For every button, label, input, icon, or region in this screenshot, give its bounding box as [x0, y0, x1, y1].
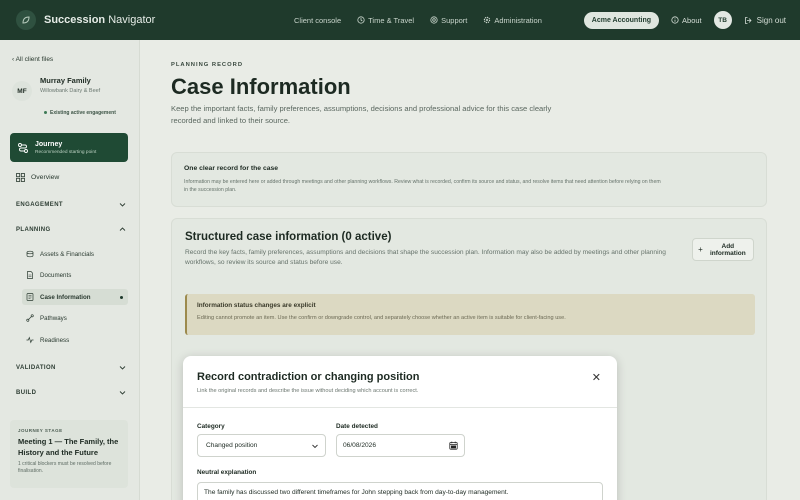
- top-bar: Succession Navigator Client console Time…: [0, 0, 800, 40]
- coins-icon: [26, 250, 34, 258]
- sidebar-item-assets[interactable]: Assets & Financials: [22, 246, 128, 262]
- close-icon[interactable]: ✕: [592, 371, 601, 384]
- category-select[interactable]: Changed position: [197, 434, 326, 457]
- modal-divider: [183, 407, 617, 408]
- engagement-status: Existing active engagement: [44, 110, 116, 116]
- page-title: Case Information: [171, 74, 351, 99]
- notice-title: Information status changes are explicit: [197, 302, 316, 309]
- grid-icon: [16, 173, 25, 182]
- modal-subtitle: Link the original records and describe t…: [197, 388, 419, 394]
- org-switcher[interactable]: Acme Accounting: [583, 11, 660, 29]
- document-icon: [27, 271, 33, 279]
- top-nav: Client console Time & Travel Support Adm…: [294, 16, 558, 25]
- nav-time-travel[interactable]: Time & Travel: [357, 16, 414, 25]
- date-label: Date detected: [336, 423, 378, 430]
- chevron-down-icon: [119, 366, 126, 370]
- chevron-down-icon: [119, 203, 126, 207]
- back-to-client-files-link[interactable]: ‹ All client files: [12, 56, 53, 63]
- chevron-down-icon: [119, 391, 126, 395]
- chevron-down-icon: [312, 444, 318, 449]
- route-icon: [18, 142, 28, 153]
- info-file-icon: [26, 293, 34, 301]
- add-information-button[interactable]: + Add information: [692, 238, 754, 261]
- structured-title: Structured case information (0 active): [185, 231, 392, 243]
- clock-icon: [357, 16, 365, 24]
- page-eyebrow: PLANNING RECORD: [171, 62, 244, 68]
- about-link[interactable]: About: [671, 16, 702, 25]
- client-name: Murray Family: [40, 76, 91, 85]
- page-description: Keep the important facts, family prefere…: [171, 104, 552, 125]
- info-icon: [671, 16, 679, 24]
- sidebar: ‹ All client files MF Murray Family Will…: [0, 40, 140, 500]
- section-planning[interactable]: PLANNING: [16, 226, 126, 233]
- modal-title: Record contradiction or changing positio…: [197, 371, 420, 383]
- structured-desc: Record the key facts, family preferences…: [185, 249, 666, 266]
- sidebar-item-documents[interactable]: Documents: [22, 267, 128, 283]
- section-validation[interactable]: VALIDATION: [16, 364, 126, 371]
- calendar-icon: [449, 441, 458, 450]
- status-notice: Information status changes are explicit …: [185, 294, 755, 335]
- section-engagement[interactable]: ENGAGEMENT: [16, 201, 126, 208]
- sidebar-item-case-information[interactable]: Case Information: [22, 289, 128, 305]
- user-avatar[interactable]: TB: [713, 11, 732, 29]
- journey-sub: Recommended starting point: [35, 149, 97, 155]
- contradiction-modal: Record contradiction or changing positio…: [183, 356, 617, 500]
- notice-desc: Editing cannot promote an item. Use the …: [197, 315, 566, 321]
- pulse-icon: [26, 336, 34, 344]
- top-right-nav: Acme Accounting About TB Sign out: [583, 0, 786, 40]
- support-icon: [430, 16, 438, 24]
- nav-support[interactable]: Support: [430, 16, 467, 25]
- date-detected-input[interactable]: 06/08/2026: [336, 434, 465, 457]
- leaf-logo-icon: [16, 10, 36, 30]
- chevron-up-icon: [119, 227, 126, 231]
- sidebar-item-journey[interactable]: Journey Recommended starting point: [10, 133, 128, 162]
- neutral-explanation-textarea[interactable]: The family has discussed two different t…: [197, 482, 603, 500]
- client-business: Willowbank Dairy & Beef: [40, 88, 101, 94]
- pathway-icon: [26, 314, 34, 322]
- sign-out-button[interactable]: Sign out: [744, 16, 786, 25]
- record-info-card: One clear record for the case Informatio…: [171, 152, 767, 207]
- sidebar-item-readiness[interactable]: Readiness: [22, 332, 128, 348]
- nav-administration[interactable]: Administration: [483, 16, 542, 25]
- record-card-title: One clear record for the case: [184, 165, 279, 172]
- client-avatar: MF: [12, 81, 32, 101]
- sidebar-item-overview[interactable]: Overview: [16, 173, 59, 182]
- gear-icon: [484, 16, 491, 24]
- stage-label: JOURNEY STAGE: [18, 428, 63, 433]
- sign-out-icon: [744, 16, 752, 24]
- stage-blocker-note: 1 critical blockers must be resolved bef…: [18, 461, 112, 474]
- brand[interactable]: Succession Navigator: [16, 10, 266, 30]
- category-label: Category: [197, 423, 225, 430]
- section-build[interactable]: BUILD: [16, 389, 126, 396]
- explanation-label: Neutral explanation: [197, 469, 257, 476]
- record-card-desc: Information may be entered here or added…: [184, 179, 661, 193]
- app-name: Succession Navigator: [44, 14, 156, 26]
- journey-stage-card[interactable]: JOURNEY STAGE Meeting 1 — The Family, th…: [10, 420, 128, 488]
- plus-icon: +: [698, 245, 703, 254]
- sidebar-item-pathways[interactable]: Pathways: [22, 310, 128, 326]
- stage-title: Meeting 1 — The Family, the History and …: [18, 437, 119, 457]
- nav-client-console[interactable]: Client console: [294, 16, 341, 25]
- client-summary: MF Murray Family Willowbank Dairy & Beef: [12, 76, 100, 101]
- journey-label: Journey: [35, 140, 63, 148]
